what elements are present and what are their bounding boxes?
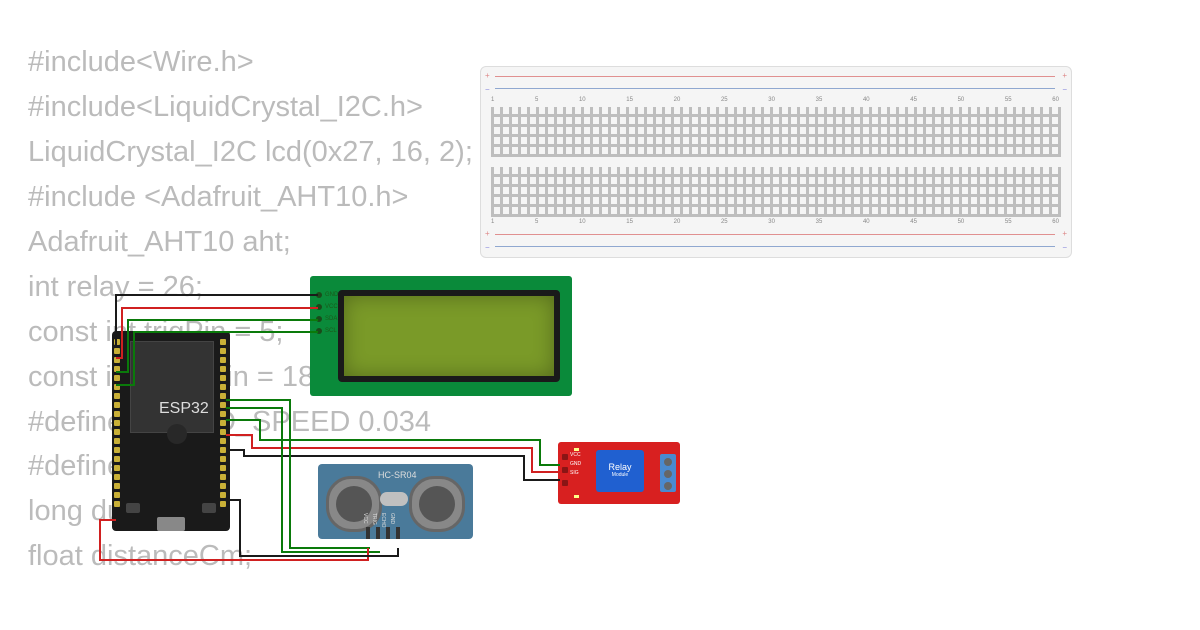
relay-input-labels: VCCGNDSIG [570, 452, 581, 476]
code-line: #include<LiquidCrystal_I2C.h> [28, 85, 473, 130]
code-line: Adafruit_AHT10 aht; [28, 220, 473, 265]
rail-minus-icon: − [485, 243, 490, 252]
rail-plus-icon: + [1062, 229, 1067, 238]
rail-plus-icon: + [485, 71, 490, 80]
rail-plus-icon: + [485, 229, 490, 238]
rail-minus-icon: − [1062, 85, 1067, 94]
crystal [380, 492, 408, 506]
lcd-16x2-i2c[interactable]: GND VCC SDA SCL [310, 276, 572, 396]
breadboard[interactable]: + − + − 151015202530354045505560 1510152… [480, 66, 1072, 258]
esp-pins-right [220, 339, 228, 507]
sig-led [574, 495, 579, 498]
hcsr-pins [366, 527, 400, 539]
hcsr-pin-labels: VCCTRIGECHOGND [362, 513, 395, 527]
column-numbers: 151015202530354045505560 [491, 97, 1059, 103]
receiver-eye [409, 476, 465, 532]
en-button[interactable] [202, 503, 216, 513]
tie-points-bottom [491, 167, 1061, 217]
relay-block: Relay Module [596, 450, 644, 492]
hc-sr04-ultrasonic[interactable]: HC-SR04 VCCTRIGECHOGND [318, 464, 473, 539]
code-line: float distanceCm; [28, 534, 473, 579]
boot-button[interactable] [126, 503, 140, 513]
relay-module[interactable]: VCCGNDSIG Relay Module [558, 442, 680, 504]
rail-plus-icon: + [1062, 71, 1067, 80]
esp-label: ESP32 [159, 400, 209, 418]
esp-shield: ESP32 [130, 341, 214, 433]
code-line: #include <Adafruit_AHT10.h> [28, 175, 473, 220]
pwr-led [574, 448, 579, 451]
relay-screw-terminals [660, 454, 676, 492]
power-rail-top [491, 73, 1061, 93]
column-numbers: 151015202530354045505560 [491, 219, 1059, 225]
power-rail-bottom [491, 231, 1061, 251]
code-line: #include<Wire.h> [28, 40, 473, 85]
rail-minus-icon: − [1062, 243, 1067, 252]
hcsr-label: HC-SR04 [378, 470, 417, 480]
micro-usb-port [157, 517, 185, 531]
esp32-devkit[interactable]: ESP32 [112, 331, 230, 531]
code-line: LiquidCrystal_I2C lcd(0x27, 16, 2); [28, 130, 473, 175]
relay-input-pins [562, 454, 568, 486]
tie-points-top [491, 107, 1061, 157]
code-line: #define SOUND_SPEED 0.034 [28, 400, 473, 445]
esp-antenna-icon [167, 424, 187, 444]
rail-minus-icon: − [485, 85, 490, 94]
lcd-pin-header: GND VCC SDA SCL [316, 292, 338, 334]
lcd-screen [338, 290, 560, 382]
esp-pins-left [114, 339, 122, 507]
